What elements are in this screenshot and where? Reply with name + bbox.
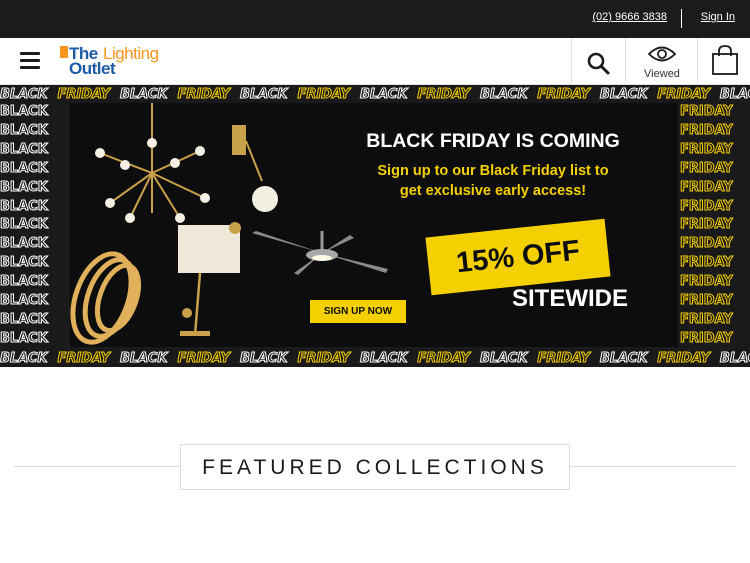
pattern-word: FRIDAY xyxy=(680,217,733,233)
shopping-bag-icon xyxy=(712,45,738,75)
pattern-word: FRIDAY xyxy=(680,311,733,327)
pattern-word: FRIDAY xyxy=(680,179,733,195)
pattern-word: FRIDAY xyxy=(680,293,733,309)
top-utility-bar: (02) 9666 3838 Sign In xyxy=(0,0,750,38)
pattern-word: BLACK xyxy=(0,236,48,252)
sign-in-link[interactable]: Sign In xyxy=(701,11,735,23)
pattern-word: BLACK xyxy=(719,351,750,367)
site-logo[interactable]: The Lighting Outlet xyxy=(60,44,170,78)
pattern-word: BLACK xyxy=(0,255,48,271)
pattern-word: FRIDAY xyxy=(417,87,471,103)
pattern-word: FRIDAY xyxy=(657,351,711,367)
pattern-word: BLACK xyxy=(0,160,48,176)
featured-collections-heading: FEATURED COLLECTIONS xyxy=(180,444,570,490)
banner-pattern-left: BLACK BLACK BLACK BLACK BLACK BLACK BLACK BLACK… xyxy=(0,103,70,349)
pattern-word: BLACK xyxy=(479,87,528,103)
pattern-word: FRIDAY xyxy=(417,351,471,367)
recently-viewed-button[interactable]: Viewed xyxy=(625,38,697,84)
pattern-word: BLACK xyxy=(119,87,168,103)
pattern-word: BLACK xyxy=(0,293,48,309)
pattern-word: FRIDAY xyxy=(680,255,733,271)
banner-pattern-bottom: BLACK FRIDAY BLACK FRIDAY BLACK FRIDAY BLACK FR… xyxy=(0,349,750,367)
pattern-word: FRIDAY xyxy=(680,330,733,346)
pattern-word: FRIDAY xyxy=(680,122,733,138)
pattern-word: FRIDAY xyxy=(537,351,591,367)
pattern-word: BLACK xyxy=(719,87,750,103)
black-friday-banner[interactable]: BLACK FRIDAY BLACK FRIDAY BLACK FRIDAY BLACK FR… xyxy=(0,85,750,367)
banner-content: BLACK FRIDAY IS COMING Sign up to our Bl… xyxy=(70,103,678,347)
site-header: The Lighting Outlet Viewed xyxy=(0,38,750,85)
promo-text: 15% OFF xyxy=(454,234,582,280)
pattern-word: FRIDAY xyxy=(680,160,733,176)
pattern-word: BLACK xyxy=(599,87,648,103)
search-icon xyxy=(587,52,610,75)
banner-headline: BLACK FRIDAY IS COMING xyxy=(366,130,620,152)
pattern-word: BLACK xyxy=(599,351,648,367)
topbar-divider xyxy=(681,9,682,28)
pattern-word: BLACK xyxy=(0,104,48,120)
pattern-word: BLACK xyxy=(239,87,288,103)
banner-pattern-top: BLACK FRIDAY BLACK FRIDAY BLACK FRIDAY BLACK FR… xyxy=(0,85,750,103)
banner-pattern-right: FRIDAY FRIDAY FRIDAY FRIDAY FRIDAY FRIDAY FRID… xyxy=(680,103,750,349)
eye-icon xyxy=(647,46,677,62)
pattern-word: BLACK xyxy=(0,87,48,103)
promo-badge: 15% OFF xyxy=(425,218,611,296)
pattern-word: FRIDAY xyxy=(297,351,351,367)
search-button[interactable] xyxy=(571,38,625,84)
pattern-word: BLACK xyxy=(0,198,48,214)
pattern-word: FRIDAY xyxy=(680,236,733,252)
pattern-word: FRIDAY xyxy=(657,87,711,103)
pattern-word: FRIDAY xyxy=(297,87,351,103)
pattern-word: FRIDAY xyxy=(57,87,111,103)
pattern-word: BLACK xyxy=(479,351,528,367)
logo-text-outlet: Outlet xyxy=(69,59,116,78)
pattern-word: FRIDAY xyxy=(680,198,733,214)
pattern-word: BLACK xyxy=(359,351,408,367)
pattern-word: BLACK xyxy=(0,351,48,367)
pattern-word: BLACK xyxy=(0,311,48,327)
banner-subline-1: Sign up to our Black Friday list to xyxy=(377,163,609,179)
cart-button[interactable] xyxy=(697,38,750,84)
pattern-word: BLACK xyxy=(0,217,48,233)
pattern-word: FRIDAY xyxy=(537,87,591,103)
menu-icon[interactable] xyxy=(20,52,40,70)
pattern-word: BLACK xyxy=(0,141,48,157)
pattern-word: FRIDAY xyxy=(680,274,733,290)
banner-subline: Sign up to our Black Friday list to get … xyxy=(338,161,648,201)
sign-up-now-button[interactable]: SIGN UP NOW xyxy=(310,300,406,323)
pattern-word: FRIDAY xyxy=(177,351,231,367)
pattern-word: BLACK xyxy=(119,351,168,367)
banner-subline-2: get exclusive early access! xyxy=(399,183,587,199)
pattern-word: BLACK xyxy=(0,274,48,290)
pattern-word: BLACK xyxy=(239,351,288,367)
viewed-label: Viewed xyxy=(644,68,680,80)
pattern-word: FRIDAY xyxy=(177,87,231,103)
pattern-word: FRIDAY xyxy=(680,104,733,120)
pattern-word: BLACK xyxy=(0,179,48,195)
pattern-word: BLACK xyxy=(359,87,408,103)
pattern-word: FRIDAY xyxy=(680,141,733,157)
featured-collections-title: FEATURED COLLECTIONS xyxy=(202,456,548,479)
pattern-word: FRIDAY xyxy=(57,351,111,367)
pattern-word: BLACK xyxy=(0,330,48,346)
phone-link[interactable]: (02) 9666 3838 xyxy=(592,11,667,23)
pattern-word: BLACK xyxy=(0,122,48,138)
sitewide-text: SITEWIDE xyxy=(511,285,628,312)
logo-mark xyxy=(60,46,68,58)
